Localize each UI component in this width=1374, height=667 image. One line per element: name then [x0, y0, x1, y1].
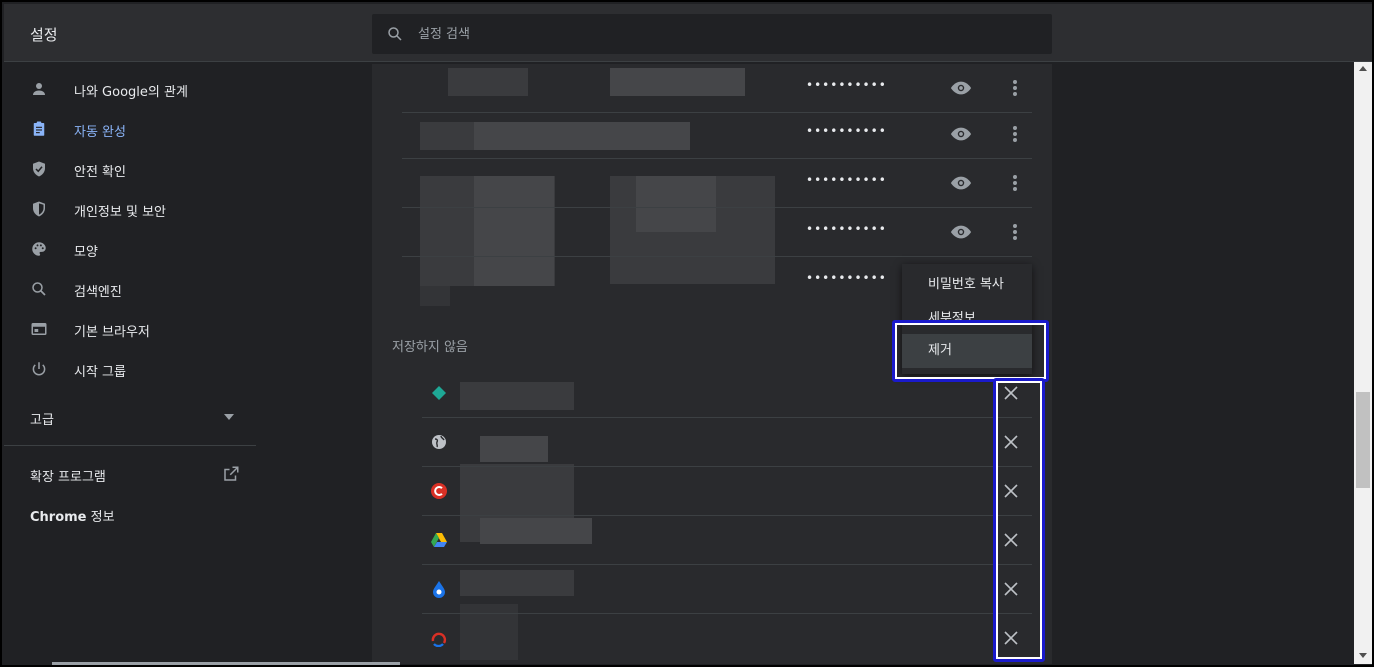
- globe-icon: [432, 435, 446, 449]
- search-icon: [388, 27, 402, 41]
- masked-password: ••••••••••: [806, 124, 887, 138]
- eye-icon[interactable]: [950, 77, 972, 99]
- sidebar-item-safety-check[interactable]: 안전 확인: [4, 149, 256, 189]
- drive-favicon-icon: [431, 533, 447, 547]
- masked-password: ••••••••••: [806, 271, 887, 285]
- never-saved-row: [422, 467, 1032, 516]
- open-in-new-icon[interactable]: [222, 465, 240, 483]
- search-box[interactable]: [372, 14, 1052, 54]
- eye-icon[interactable]: [950, 172, 972, 194]
- never-saved-heading: 저장하지 않음: [392, 340, 468, 355]
- page-title: 설정: [30, 26, 58, 44]
- drop-favicon-icon: [433, 581, 445, 598]
- never-saved-row: [422, 565, 1032, 614]
- c-favicon-icon: [431, 483, 447, 499]
- sidebar-item-label: 검색엔진: [74, 285, 122, 300]
- password-row: ••••••••••: [402, 159, 1032, 208]
- masked-password: ••••••••••: [806, 173, 887, 187]
- sidebar-item-label: 모양: [74, 245, 98, 260]
- about-brand: Chrome: [30, 510, 87, 525]
- clipboard-icon: [33, 121, 45, 136]
- browser-icon: [31, 323, 47, 335]
- sidebar-item-label: 나와 Google의 관계: [74, 85, 188, 100]
- advanced-toggle[interactable]: 고급: [30, 409, 54, 428]
- sidebar-item-search-engine[interactable]: 검색엔진: [4, 269, 256, 309]
- sidebar-item-appearance[interactable]: 모양: [4, 229, 256, 269]
- more-vert-icon[interactable]: [1012, 77, 1018, 99]
- sidebar-item-default-browser[interactable]: 기본 브라우저: [4, 309, 256, 349]
- never-saved-row: [422, 516, 1032, 565]
- scroll-down-arrow-icon[interactable]: [1359, 653, 1367, 658]
- search-input[interactable]: [418, 22, 1018, 46]
- about-chrome-link[interactable]: Chrome 정보: [30, 506, 115, 525]
- more-vert-icon[interactable]: [1012, 221, 1018, 243]
- sidebar-item-label: 자동 완성: [74, 125, 126, 140]
- vertical-scrollbar[interactable]: [1354, 62, 1372, 664]
- sidebar-item-label: 안전 확인: [74, 165, 126, 180]
- horizontal-scrollbar[interactable]: [52, 662, 400, 665]
- header: 설정: [4, 4, 1372, 62]
- sidebar-item-label: 기본 브라우저: [74, 325, 150, 340]
- diamond-favicon-icon: [432, 386, 446, 400]
- search-icon: [32, 282, 46, 296]
- shield-icon: [33, 201, 45, 217]
- password-row: ••••••••••: [402, 110, 1032, 159]
- password-row: ••••••••••: [402, 64, 1032, 113]
- sidebar-item-startup[interactable]: 시작 그룹: [4, 349, 256, 389]
- sidebar-item-google[interactable]: 나와 Google의 관계: [4, 69, 256, 109]
- more-vert-icon[interactable]: [1012, 172, 1018, 194]
- highlight-box-close-buttons: [993, 378, 1045, 662]
- about-label: 정보: [86, 510, 115, 525]
- copy-password-item[interactable]: 비밀번호 복사: [902, 268, 1032, 302]
- settings-window: 설정 나와 Google의 관계 자동 완성 안전 확인 개인정보 및 보안 모…: [0, 0, 1374, 667]
- more-vert-icon[interactable]: [1012, 123, 1018, 145]
- never-saved-row: [422, 614, 1032, 663]
- sidebar: 나와 Google의 관계 자동 완성 안전 확인 개인정보 및 보안 모양 검…: [4, 64, 256, 664]
- masked-password: ••••••••••: [806, 222, 887, 236]
- sidebar-item-privacy[interactable]: 개인정보 및 보안: [4, 189, 256, 229]
- scroll-up-arrow-icon[interactable]: [1359, 66, 1367, 71]
- scroll-thumb[interactable]: [1356, 392, 1370, 488]
- eye-icon[interactable]: [950, 123, 972, 145]
- extensions-link[interactable]: 확장 프로그램: [30, 466, 106, 485]
- shield-check-icon: [33, 161, 45, 177]
- sidebar-item-autofill[interactable]: 자동 완성: [4, 109, 256, 149]
- masked-password: ••••••••••: [806, 78, 887, 92]
- eye-icon[interactable]: [950, 221, 972, 243]
- chevron-down-icon[interactable]: [224, 414, 234, 420]
- sidebar-divider: [4, 445, 256, 446]
- palette-icon: [32, 242, 46, 256]
- password-row: ••••••••••: [402, 208, 1032, 257]
- sidebar-item-label: 시작 그룹: [74, 365, 126, 380]
- arc-favicon-icon: [431, 632, 447, 647]
- highlight-box-remove: [892, 320, 1049, 382]
- never-saved-row: [422, 418, 1032, 467]
- person-icon: [33, 83, 45, 95]
- sidebar-item-label: 개인정보 및 보안: [74, 205, 166, 220]
- power-icon: [32, 362, 46, 376]
